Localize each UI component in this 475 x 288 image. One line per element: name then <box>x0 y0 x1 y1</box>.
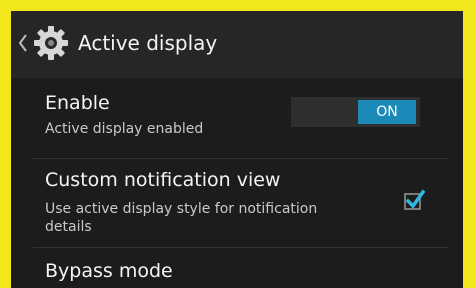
action-bar: Active display <box>11 11 463 78</box>
setting-summary-enable: Active display enabled <box>45 121 204 137</box>
setting-title-bypass-mode: Bypass mode <box>45 260 173 282</box>
toggle-on-label: ON <box>358 100 416 124</box>
chevron-left-icon[interactable] <box>17 31 29 55</box>
page-title: Active display <box>78 31 218 55</box>
gear-icon[interactable] <box>31 23 71 63</box>
setting-summary-custom-notification: Use active display style for notificatio… <box>45 201 318 235</box>
enable-toggle[interactable]: ON <box>291 97 420 127</box>
yellow-frame: Active display Enable Active display ena… <box>0 0 475 288</box>
custom-notification-checkbox[interactable] <box>403 189 426 211</box>
setting-row-custom-notification[interactable]: Custom notification view Use active disp… <box>11 159 463 247</box>
settings-screen: Active display Enable Active display ena… <box>11 11 463 288</box>
setting-title-enable: Enable <box>45 92 110 114</box>
setting-title-custom-notification: Custom notification view <box>45 169 281 191</box>
setting-row-bypass-mode[interactable]: Bypass mode <box>11 248 463 288</box>
